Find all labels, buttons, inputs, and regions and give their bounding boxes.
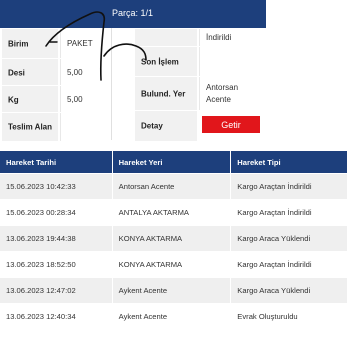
cell-date: 13.06.2023 12:40:34 xyxy=(0,303,113,329)
cell-type: Kargo Araca Yüklendi xyxy=(230,225,348,252)
getir-button[interactable]: Getir xyxy=(202,116,260,133)
cell-location: Aykent Acente xyxy=(112,277,232,304)
detail-label: Desi xyxy=(2,59,58,86)
detail-label xyxy=(135,29,197,47)
parcel-header-bar: Parça: 1/1 xyxy=(0,0,266,28)
cell-type: Kargo Araca Yüklendi xyxy=(230,277,348,304)
cell-date: 13.06.2023 12:47:02 xyxy=(0,277,113,304)
cell-type: Kargo Araçtan İndirildi xyxy=(230,251,348,278)
cell-date: 15.06.2023 00:28:34 xyxy=(0,199,113,226)
cell-location: ANTALYA AKTARMA xyxy=(112,199,232,226)
detail-value xyxy=(60,113,111,141)
detail-label: Son İşlem xyxy=(135,47,197,77)
detail-value: PAKET xyxy=(60,29,111,59)
detail-value: 5,00 xyxy=(60,86,111,113)
cell-location: Aykent Acente xyxy=(112,303,232,329)
cell-location: Antorsan Acente xyxy=(112,173,232,200)
parcel-details-left: Birim PAKET Desi 5,00 Kg 5,00 Teslim Ala… xyxy=(2,28,112,141)
cell-type: Evrak Oluşturuldu xyxy=(230,303,348,329)
detail-label: Bulund. Yer xyxy=(135,77,197,111)
table-row: 13.06.2023 19:44:38 KONYA AKTARMA Kargo … xyxy=(0,225,348,252)
table-row: 15.06.2023 10:42:33 Antorsan Acente Karg… xyxy=(0,173,348,200)
table-row: 13.06.2023 12:47:02 Aykent Acente Kargo … xyxy=(0,277,348,304)
cell-location: KONYA AKTARMA xyxy=(112,225,232,252)
detail-label: Kg xyxy=(2,86,58,113)
detail-row-son-islem: Son İşlem xyxy=(135,46,266,77)
cell-type: Kargo Araçtan İndirildi xyxy=(230,173,348,200)
table-row: 15.06.2023 00:28:34 ANTALYA AKTARMA Karg… xyxy=(0,199,348,226)
detail-value: İndirildi xyxy=(199,29,266,47)
movement-history-table: Hareket Tarihi Hareket Yeri Hareket Tipi… xyxy=(0,151,348,329)
cell-date: 13.06.2023 19:44:38 xyxy=(0,225,113,252)
detail-row-kg: Kg 5,00 xyxy=(2,85,111,113)
detail-value xyxy=(199,47,266,77)
parcel-details-right: İndirildi Son İşlem Bulund. Yer Antorsan… xyxy=(135,28,266,141)
cell-date: 15.06.2023 10:42:33 xyxy=(0,173,113,200)
cell-date: 13.06.2023 18:52:50 xyxy=(0,251,113,278)
detail-value: 5,00 xyxy=(60,59,111,86)
parcel-count-title: Parça: 1/1 xyxy=(112,8,154,18)
detail-label: Detay xyxy=(135,111,197,141)
cell-location: KONYA AKTARMA xyxy=(112,251,232,278)
column-header-location[interactable]: Hareket Yeri xyxy=(112,151,232,174)
table-header-row: Hareket Tarihi Hareket Yeri Hareket Tipi xyxy=(0,151,348,174)
detail-row-bulund-yer: Bulund. Yer Antorsan Acente xyxy=(135,76,266,111)
column-header-date[interactable]: Hareket Tarihi xyxy=(0,151,113,174)
detail-value: Antorsan Acente xyxy=(199,77,266,111)
cell-type: Kargo Araçtan İndirildi xyxy=(230,199,348,226)
detail-row-desi: Desi 5,00 xyxy=(2,58,111,86)
detail-label: Birim xyxy=(2,29,58,59)
detail-row-teslim-alan: Teslim Alan xyxy=(2,112,111,141)
table-row: 13.06.2023 12:40:34 Aykent Acente Evrak … xyxy=(0,303,348,329)
table-row: 13.06.2023 18:52:50 KONYA AKTARMA Kargo … xyxy=(0,251,348,278)
column-header-type[interactable]: Hareket Tipi xyxy=(230,151,348,174)
detail-row-status: İndirildi xyxy=(135,28,266,47)
detail-row-birim: Birim PAKET xyxy=(2,28,111,59)
detail-label: Teslim Alan xyxy=(2,113,58,141)
